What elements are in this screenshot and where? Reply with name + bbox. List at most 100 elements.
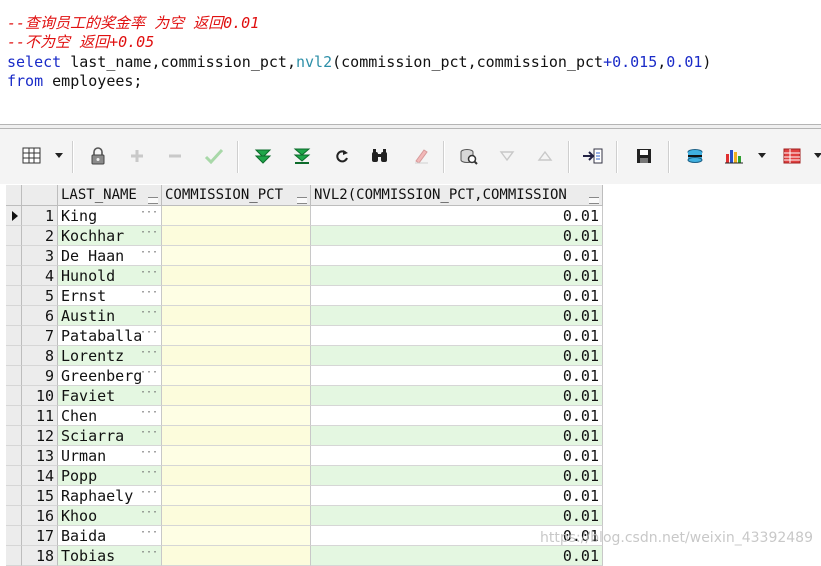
cell-commission-pct[interactable]: [162, 346, 311, 366]
ellipsis-icon[interactable]: ···: [140, 246, 158, 263]
cell-last-name[interactable]: Chen ···: [58, 406, 162, 426]
table-row[interactable]: 8 Lorentz ··· 0.01: [6, 346, 603, 366]
cell-commission-pct[interactable]: [162, 486, 311, 506]
table-row[interactable]: 17 Baida ··· 0.01: [6, 526, 603, 546]
cell-last-name[interactable]: Ernst ···: [58, 286, 162, 306]
ellipsis-icon[interactable]: ···: [140, 546, 158, 563]
cell-nvl2[interactable]: 0.01: [311, 406, 603, 426]
table-row[interactable]: 6 Austin ··· 0.01: [6, 306, 603, 326]
save-icon[interactable]: [631, 143, 657, 169]
cell-last-name[interactable]: Khoo ···: [58, 506, 162, 526]
cell-nvl2[interactable]: 0.01: [311, 306, 603, 326]
row-indicator[interactable]: [6, 546, 22, 566]
table-icon[interactable]: [779, 143, 805, 169]
cell-commission-pct[interactable]: [162, 406, 311, 426]
column-sort-handle[interactable]: [589, 197, 599, 204]
remove-icon[interactable]: [162, 143, 188, 169]
cell-nvl2[interactable]: 0.01: [311, 266, 603, 286]
ellipsis-icon[interactable]: ···: [140, 386, 158, 403]
chevron-down-icon[interactable]: [814, 153, 821, 158]
ellipsis-icon[interactable]: ···: [140, 286, 158, 303]
ellipsis-icon[interactable]: ···: [140, 506, 158, 523]
ellipsis-icon[interactable]: ···: [140, 486, 158, 503]
link-icon[interactable]: [682, 143, 708, 169]
table-row[interactable]: 10 Faviet ··· 0.01: [6, 386, 603, 406]
ellipsis-icon[interactable]: ···: [140, 226, 158, 243]
table-row[interactable]: 1 King ··· 0.01: [6, 206, 603, 226]
cell-last-name[interactable]: Hunold ···: [58, 266, 162, 286]
fetch-last-icon[interactable]: [289, 143, 315, 169]
ellipsis-icon[interactable]: ···: [140, 306, 158, 323]
cell-commission-pct[interactable]: [162, 526, 311, 546]
row-indicator[interactable]: [6, 246, 22, 266]
column-sort-handle[interactable]: [148, 197, 158, 204]
cell-commission-pct[interactable]: [162, 266, 311, 286]
cell-commission-pct[interactable]: [162, 506, 311, 526]
cell-nvl2[interactable]: 0.01: [311, 446, 603, 466]
cell-commission-pct[interactable]: [162, 546, 311, 566]
row-indicator[interactable]: [6, 286, 22, 306]
cell-last-name[interactable]: Faviet ···: [58, 386, 162, 406]
row-indicator[interactable]: [6, 426, 22, 446]
chevron-down-icon[interactable]: [55, 153, 63, 158]
cell-last-name[interactable]: King ···: [58, 206, 162, 226]
cell-commission-pct[interactable]: [162, 206, 311, 226]
row-indicator[interactable]: [6, 526, 22, 546]
sort-ascending-icon[interactable]: [532, 143, 558, 169]
table-row[interactable]: 4 Hunold ··· 0.01: [6, 266, 603, 286]
column-sort-handle[interactable]: [297, 197, 307, 204]
cell-commission-pct[interactable]: [162, 226, 311, 246]
cell-nvl2[interactable]: 0.01: [311, 346, 603, 366]
chevron-down-icon[interactable]: [758, 153, 766, 158]
clear-icon[interactable]: [408, 143, 434, 169]
cell-nvl2[interactable]: 0.01: [311, 366, 603, 386]
table-row[interactable]: 15 Raphaely ··· 0.01: [6, 486, 603, 506]
row-indicator[interactable]: [6, 446, 22, 466]
cell-commission-pct[interactable]: [162, 446, 311, 466]
cell-commission-pct[interactable]: [162, 326, 311, 346]
row-indicator[interactable]: [6, 366, 22, 386]
sort-descending-icon[interactable]: [494, 143, 520, 169]
cell-last-name[interactable]: Lorentz ···: [58, 346, 162, 366]
row-indicator[interactable]: [6, 226, 22, 246]
table-row[interactable]: 2 Kochhar ··· 0.01: [6, 226, 603, 246]
cell-nvl2[interactable]: 0.01: [311, 286, 603, 306]
ellipsis-icon[interactable]: ···: [140, 346, 158, 363]
ellipsis-icon[interactable]: ···: [140, 526, 158, 543]
ellipsis-icon[interactable]: ···: [140, 466, 158, 483]
add-icon[interactable]: [124, 143, 150, 169]
find-icon[interactable]: [367, 143, 393, 169]
table-row[interactable]: 11 Chen ··· 0.01: [6, 406, 603, 426]
cell-last-name[interactable]: Sciarra ···: [58, 426, 162, 446]
lock-icon[interactable]: [85, 143, 111, 169]
cell-nvl2[interactable]: 0.01: [311, 466, 603, 486]
cell-last-name[interactable]: Pataballa ···: [58, 326, 162, 346]
column-header-last-name[interactable]: LAST_NAME: [58, 185, 162, 206]
row-indicator[interactable]: [6, 386, 22, 406]
row-indicator[interactable]: [6, 346, 22, 366]
ellipsis-icon[interactable]: ···: [140, 266, 158, 283]
table-row[interactable]: 9 Greenberg ··· 0.01: [6, 366, 603, 386]
cell-last-name[interactable]: Raphaely ···: [58, 486, 162, 506]
cell-commission-pct[interactable]: [162, 286, 311, 306]
row-indicator[interactable]: [6, 486, 22, 506]
cell-last-name[interactable]: Urman ···: [58, 446, 162, 466]
table-row[interactable]: 12 Sciarra ··· 0.01: [6, 426, 603, 446]
cell-commission-pct[interactable]: [162, 466, 311, 486]
table-row[interactable]: 3 De Haan ··· 0.01: [6, 246, 603, 266]
table-row[interactable]: 18 Tobias ··· 0.01: [6, 546, 603, 566]
cell-last-name[interactable]: Tobias ···: [58, 546, 162, 566]
column-header-nvl2[interactable]: NVL2(COMMISSION_PCT,COMMISSION: [311, 185, 603, 206]
refresh-icon[interactable]: [329, 143, 355, 169]
query-by-example-icon[interactable]: [455, 143, 481, 169]
row-indicator[interactable]: [6, 506, 22, 526]
table-row[interactable]: 13 Urman ··· 0.01: [6, 446, 603, 466]
ellipsis-icon[interactable]: ···: [140, 206, 158, 223]
cell-nvl2[interactable]: 0.01: [311, 546, 603, 566]
cell-commission-pct[interactable]: [162, 306, 311, 326]
cell-last-name[interactable]: De Haan ···: [58, 246, 162, 266]
row-indicator[interactable]: [6, 266, 22, 286]
table-row[interactable]: 5 Ernst ··· 0.01: [6, 286, 603, 306]
grid-view-icon[interactable]: [19, 143, 45, 169]
ellipsis-icon[interactable]: ···: [140, 446, 158, 463]
